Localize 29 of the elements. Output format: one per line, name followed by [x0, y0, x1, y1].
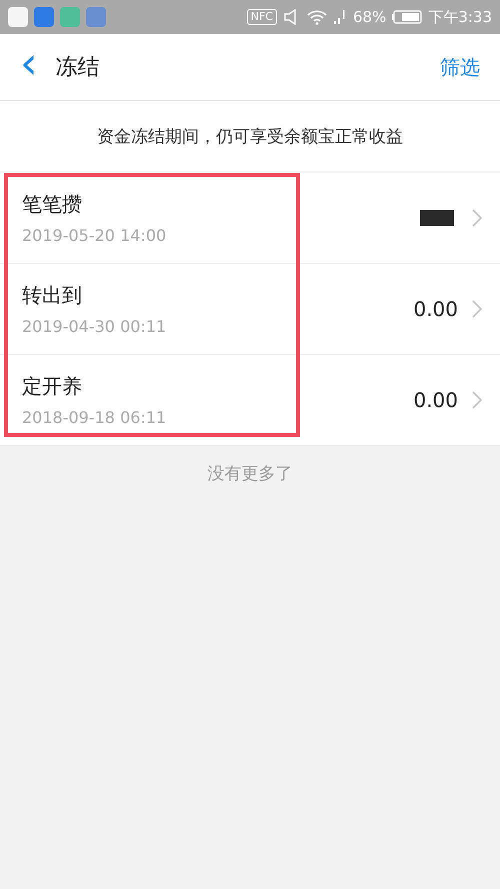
notice-text: 资金冻结期间，仍可享受余额宝正常收益 [97, 126, 403, 148]
app-icon [60, 7, 80, 27]
page-title: 冻结 [56, 54, 101, 82]
battery-percent: 68% [352, 8, 386, 26]
signal-icon [332, 9, 347, 25]
chevron-right-icon [472, 209, 482, 227]
wifi-icon [306, 9, 327, 25]
record-amount: 0.00 [413, 297, 458, 321]
app-icon [34, 7, 54, 27]
app-icon [86, 7, 106, 27]
app-icon [8, 7, 28, 27]
record-time: 2018-09-18 06:11 [22, 408, 168, 427]
filter-button[interactable]: 筛选 [440, 54, 480, 80]
clock: 下午3:33 [428, 8, 492, 26]
record-amount: 0.00 [413, 388, 458, 412]
record-title: 转出到 [22, 282, 83, 309]
chevron-right-icon [472, 391, 482, 409]
record-time: 2019-04-30 00:11 [22, 317, 168, 336]
record-row[interactable]: 转出到 2019-04-30 00:11 0.00 [0, 264, 500, 355]
back-button[interactable]: ‹ [20, 44, 56, 90]
chevron-right-icon [472, 300, 482, 318]
end-of-list-text: 没有更多了 [208, 463, 292, 485]
record-title: 笔笔攒 [22, 191, 83, 218]
battery-icon [392, 10, 422, 24]
record-row[interactable]: 笔笔攒 2019-05-20 14:00 [0, 173, 500, 264]
nfc-indicator: NFC [246, 9, 277, 25]
record-row[interactable]: 定开养 2018-09-18 06:11 0.00 [0, 355, 500, 446]
record-title: 定开养 [22, 373, 83, 400]
record-time: 2019-05-20 14:00 [22, 226, 168, 245]
